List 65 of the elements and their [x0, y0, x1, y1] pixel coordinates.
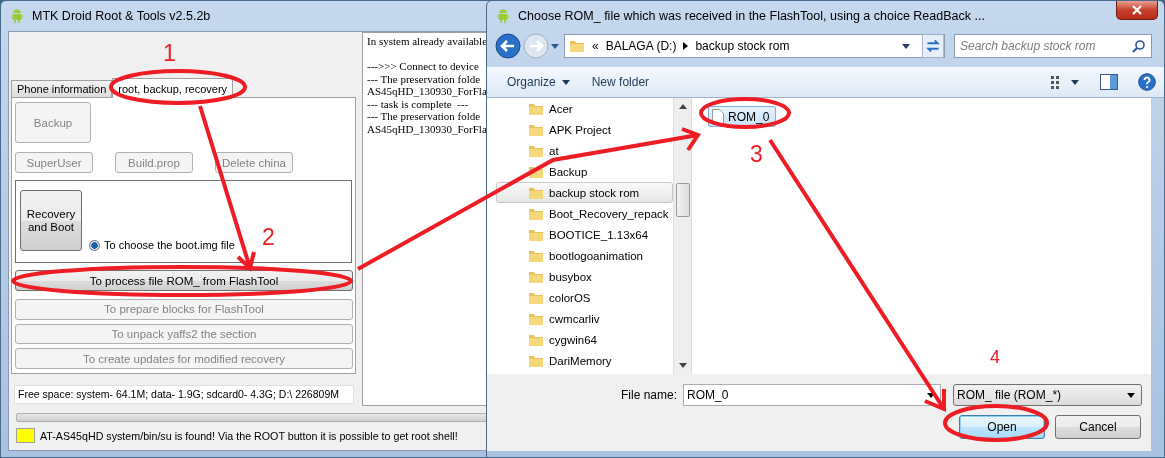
folder-item[interactable]: Boot_Recovery_repack	[496, 203, 673, 224]
view-options-icon[interactable]	[1050, 75, 1080, 89]
folder-item[interactable]: DariMemory	[496, 350, 673, 371]
overflow-chevron[interactable]: «	[592, 39, 599, 53]
close-icon	[1131, 5, 1143, 15]
back-icon[interactable]	[495, 33, 521, 59]
breadcrumb-item[interactable]: backup stock rom	[695, 39, 790, 53]
log-line: --->>> Connect to device	[367, 60, 480, 73]
folder-item[interactable]: BOOTICE_1.13x64	[496, 224, 673, 245]
android-icon	[9, 8, 25, 24]
scrollbar[interactable]	[673, 98, 691, 374]
scroll-thumb[interactable]	[675, 183, 690, 217]
scroll-down-icon[interactable]	[678, 363, 687, 368]
search-field[interactable]: Search backup stock rom	[954, 34, 1152, 58]
tab[interactable]: Phone information	[11, 80, 113, 97]
window-title: Choose ROM_ file which was received in the FlashTool, using a choice ReadBack ...	[518, 9, 985, 23]
annotation-number: 2	[262, 226, 275, 249]
file-name-label: File name:	[621, 388, 678, 402]
folder-item[interactable]: backup stock rom	[496, 182, 673, 203]
help-icon[interactable]	[1138, 73, 1156, 91]
new-folder-button[interactable]: New folder	[585, 72, 656, 92]
address-bar[interactable]: « BALAGA (D:) backup stock rom	[564, 34, 945, 58]
annotation-number: 4	[990, 348, 1001, 369]
recovery-button[interactable]: Recovery and Boot	[20, 190, 82, 252]
cancel-button[interactable]: Cancel	[1055, 415, 1141, 439]
folder-item[interactable]: at	[496, 140, 673, 161]
refresh-icon[interactable]	[921, 34, 945, 58]
caret-icon[interactable]	[927, 393, 936, 398]
breadcrumb-item[interactable]: BALAGA (D:)	[605, 39, 677, 53]
folder-item[interactable]: Backup	[496, 161, 673, 182]
android-icon	[495, 8, 511, 24]
log-line: AS45qHD_130930_ForFla	[367, 122, 488, 135]
log-line: In system already available	[367, 35, 489, 48]
status-text: AT-AS45qHD system/bin/su is found! Via the ROOT button it is possible to get root shell!	[40, 429, 458, 442]
file-icon	[712, 109, 724, 124]
folder-item[interactable]: cygwin64	[496, 329, 673, 350]
log-line: --- task is complete ---	[367, 97, 470, 110]
folder-item[interactable]: Acer	[496, 98, 673, 119]
caret-icon	[561, 79, 570, 85]
annotation-number: 1	[163, 42, 176, 65]
caret-icon	[1127, 392, 1136, 398]
log-line: AS45qHD_130930_ForFla	[367, 85, 488, 98]
radio-button[interactable]	[89, 239, 100, 251]
free-space-field: Free space: system- 64.1M; data- 1.9G; sdcard0- 4.3G; D:\ 226809M	[14, 385, 354, 404]
preview-pane-icon[interactable]	[1100, 73, 1118, 91]
annotation-number: 3	[750, 143, 763, 166]
radio-label: To choose the boot.img file	[104, 239, 235, 252]
folder-icon	[569, 38, 585, 54]
breadcrumb-arrow-icon	[683, 42, 689, 50]
window-title: MTK Droid Root & Tools v2.5.2b	[32, 9, 211, 23]
folder-item[interactable]: APK Project	[496, 119, 673, 140]
folder-item[interactable]: busybox	[496, 266, 673, 287]
log-line: --- The preservation folde	[367, 110, 482, 123]
close-button[interactable]	[1116, 1, 1158, 20]
folder-item[interactable]: bootlogoanimation	[496, 245, 673, 266]
scroll-up-icon[interactable]	[678, 104, 687, 109]
search-icon	[1132, 39, 1146, 53]
folder-item[interactable]: colorOS	[496, 287, 673, 308]
organize-button[interactable]: Organize	[501, 72, 576, 92]
file-type-dropdown[interactable]: ROM_ file (ROM_*)	[953, 384, 1143, 406]
log-line: --- The preservation folde	[367, 72, 482, 85]
tab[interactable]: root, backup, recovery	[112, 78, 234, 98]
caret-icon[interactable]	[902, 43, 910, 49]
folder-item[interactable]: cwmcarliv	[496, 308, 673, 329]
file-name-field[interactable]: ROM_0	[683, 384, 942, 406]
